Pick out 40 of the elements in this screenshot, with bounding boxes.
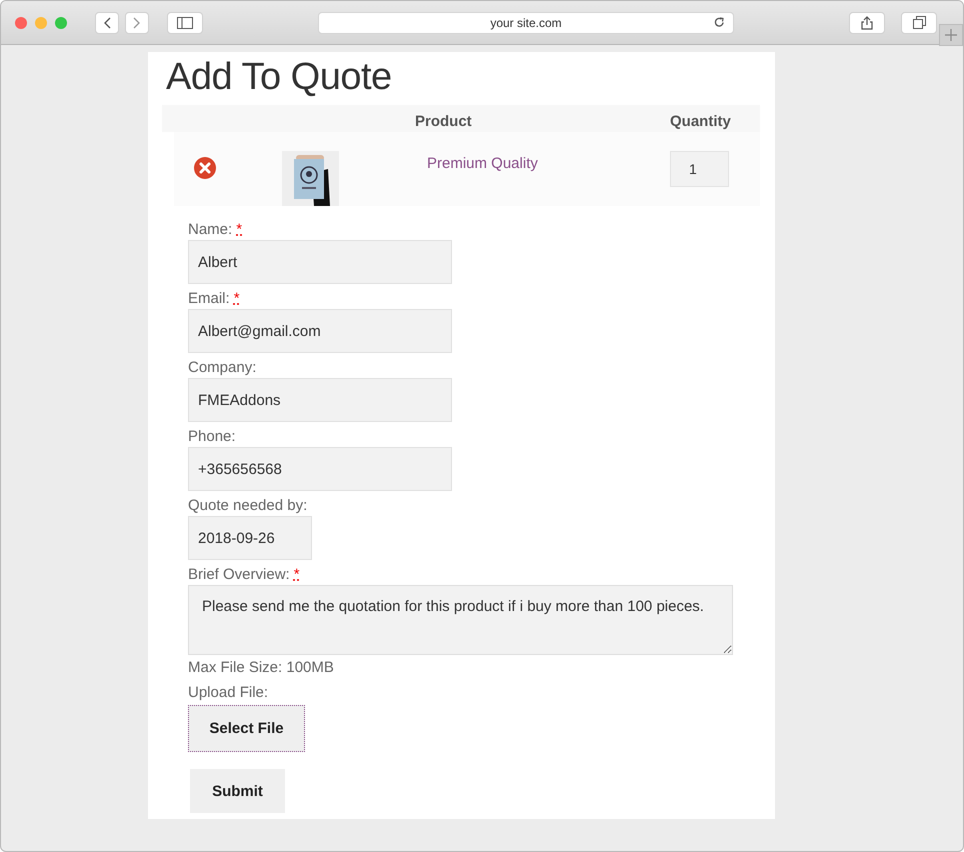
- field-label: Company:: [188, 358, 258, 378]
- column-header: Quantity: [670, 113, 731, 130]
- sidebar-icon: [177, 16, 193, 28]
- new-tab-button[interactable]: [939, 24, 963, 46]
- back-button[interactable]: [95, 12, 119, 34]
- field-label: Quote needed by:: [188, 496, 308, 516]
- address-bar[interactable]: your site.com: [318, 12, 734, 34]
- input-field[interactable]: FMEAddons: [188, 378, 452, 422]
- field-label: Name: *: [188, 220, 244, 240]
- required-mark: *: [294, 566, 300, 583]
- overview-field[interactable]: Please send me the quotation for this product if i buy more than 100 pieces.: [188, 585, 733, 655]
- plus-icon: [945, 29, 957, 41]
- required-mark: *: [234, 290, 240, 307]
- tabs-button[interactable]: [901, 12, 937, 34]
- page-title: Add To Quote: [166, 56, 393, 99]
- close-icon[interactable]: [15, 16, 27, 28]
- product-link[interactable]: Premium Quality: [427, 155, 670, 172]
- required-mark: *: [236, 221, 242, 238]
- submit-button[interactable]: Submit: [190, 769, 285, 813]
- field-label: Brief Overview: *: [188, 565, 301, 585]
- reload-icon[interactable]: [714, 17, 725, 28]
- field-label: Upload File:: [188, 683, 270, 703]
- back-icon: [103, 16, 111, 28]
- column-header: Product: [415, 113, 472, 130]
- input-field[interactable]: Albert: [188, 240, 452, 284]
- forward-button[interactable]: [125, 12, 149, 34]
- date-field[interactable]: 2018-09-26: [188, 516, 312, 560]
- field-label: Email: *: [188, 289, 241, 309]
- quantity-field[interactable]: 1: [670, 151, 729, 187]
- forward-icon: [133, 16, 141, 28]
- input-field[interactable]: +365656568: [188, 447, 452, 491]
- share-button[interactable]: [849, 12, 885, 34]
- tabs-icon: [912, 16, 926, 29]
- remove-icon[interactable]: [194, 157, 216, 179]
- input-field[interactable]: Albert@gmail.com: [188, 309, 452, 353]
- field-label: Phone:: [188, 427, 237, 447]
- file-size-note: Max File Size: 100MB: [188, 658, 335, 678]
- select-file-button[interactable]: Select File: [188, 705, 305, 752]
- sidebar-button[interactable]: [167, 12, 203, 34]
- share-icon: [861, 16, 873, 30]
